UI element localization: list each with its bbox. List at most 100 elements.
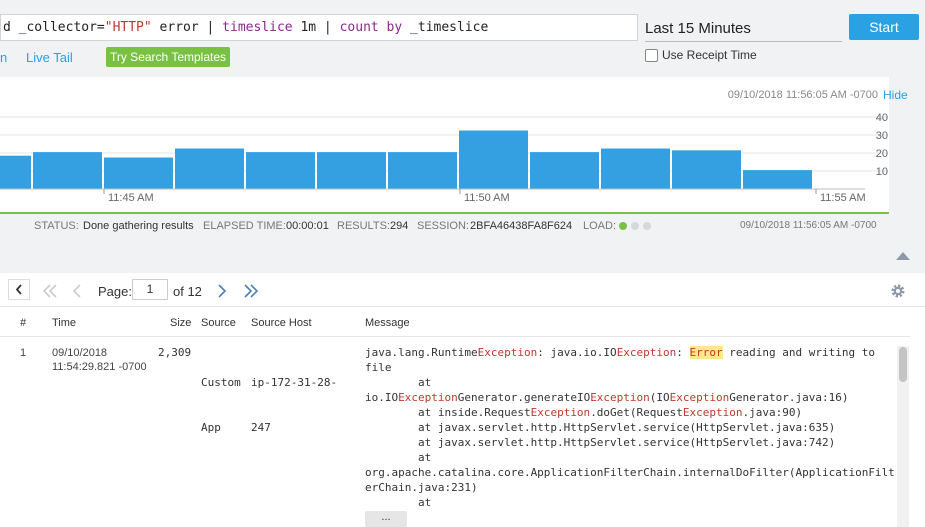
next-page-icon[interactable] bbox=[215, 282, 229, 300]
query-token: d _collector= bbox=[3, 20, 105, 35]
query-token: _timeslice bbox=[402, 20, 489, 35]
message-line: org.apache.catalina.core.ApplicationFilt… bbox=[365, 465, 895, 480]
histogram-chart[interactable]: 40 30 20 10 11:45 AM 11:50 AM 11:55 AM bbox=[0, 77, 889, 212]
message-line: at inside.RequestException.doGet(Request… bbox=[365, 405, 895, 420]
histogram-bar[interactable] bbox=[33, 152, 102, 189]
page-total: of 12 bbox=[173, 284, 202, 299]
load-key: LOAD: bbox=[583, 220, 617, 232]
message-segment: Generator.generateIO bbox=[457, 391, 591, 404]
message-segment: at bbox=[365, 496, 432, 509]
message-segment: file bbox=[365, 361, 392, 374]
message-segment: Exception bbox=[669, 391, 730, 404]
col-header-source[interactable]: Source bbox=[201, 317, 236, 329]
histogram-bar[interactable] bbox=[672, 150, 741, 189]
message-segment: Exception bbox=[682, 406, 743, 419]
search-query-input[interactable]: d _collector="HTTP" error | timeslice 1m… bbox=[0, 14, 638, 41]
histogram-bar[interactable] bbox=[317, 152, 386, 189]
use-receipt-time-label: Use Receipt Time bbox=[662, 48, 757, 62]
col-header-num[interactable]: # bbox=[20, 317, 26, 329]
message-segment: Generator.java:16) bbox=[729, 391, 849, 404]
message-line: at bbox=[365, 450, 895, 465]
status-bar: STATUS: Done gathering results ELAPSED T… bbox=[0, 214, 889, 238]
time-range-input[interactable]: Last 15 Minutes bbox=[645, 18, 842, 42]
message-segment: (IO bbox=[649, 391, 670, 404]
load-indicator-3 bbox=[643, 222, 651, 230]
row-time-date: 09/10/2018 bbox=[52, 347, 108, 359]
message-segment: at javax.servlet.http.HttpServlet.servic… bbox=[365, 436, 836, 449]
try-search-templates-button[interactable]: Try Search Templates bbox=[106, 47, 230, 67]
page-number-input[interactable]: 1 bbox=[132, 279, 168, 300]
message-segment: java.lang.Runtime bbox=[365, 346, 478, 359]
histogram-bar[interactable] bbox=[388, 152, 457, 189]
prev-page-icon[interactable] bbox=[70, 282, 84, 300]
col-header-time[interactable]: Time bbox=[52, 317, 76, 329]
message-segment: Exception bbox=[477, 346, 538, 359]
message-scrollbar-thumb[interactable] bbox=[899, 347, 907, 382]
histogram-bar[interactable] bbox=[743, 170, 812, 189]
row-host-line1: ip-172-31-28- bbox=[251, 376, 338, 389]
histogram-bar[interactable] bbox=[175, 148, 244, 190]
histogram-bar[interactable] bbox=[246, 152, 315, 189]
prev-panel-button[interactable] bbox=[8, 279, 30, 300]
elapsed-time-value: 00:00:01 bbox=[286, 220, 329, 232]
histogram-bar[interactable] bbox=[530, 152, 599, 189]
col-header-source-host[interactable]: Source Host bbox=[251, 317, 312, 329]
histogram-bar[interactable] bbox=[104, 157, 173, 190]
use-receipt-time-option[interactable]: Use Receipt Time bbox=[645, 48, 757, 62]
first-page-icon[interactable] bbox=[40, 282, 60, 300]
session-key: SESSION: bbox=[417, 220, 469, 232]
query-token: count by bbox=[339, 20, 403, 35]
message-line: erChain.java:231) bbox=[365, 480, 895, 495]
col-header-size[interactable]: Size bbox=[170, 317, 191, 329]
row-time: 09/10/2018 11:54:29.821 -0700 bbox=[52, 346, 147, 374]
message-segment: erChain.java:231) bbox=[365, 481, 478, 494]
highlighted-term: Error bbox=[689, 346, 723, 359]
show-more-button[interactable]: ... bbox=[365, 511, 407, 527]
message-line: at bbox=[365, 375, 895, 390]
message-segment: : java.io.IO bbox=[537, 346, 617, 359]
divider bbox=[0, 336, 910, 337]
y-tick-label: 40 bbox=[876, 112, 888, 124]
message-segment: at inside.Request bbox=[365, 406, 531, 419]
col-header-message[interactable]: Message bbox=[365, 317, 410, 329]
histogram-bar[interactable] bbox=[459, 130, 528, 190]
settings-gear-icon[interactable] bbox=[889, 282, 907, 300]
results-value: 294 bbox=[390, 220, 409, 232]
row-source-host: ip-172-31-28- 247 bbox=[251, 345, 337, 450]
message-segment: .doGet(Request bbox=[590, 406, 683, 419]
collapse-arrow-icon[interactable] bbox=[896, 252, 910, 260]
row-message[interactable]: java.lang.RuntimeException: java.io.IOEx… bbox=[365, 345, 895, 510]
message-segment: Exception bbox=[616, 346, 677, 359]
load-indicator-1 bbox=[619, 222, 627, 230]
message-line: io.IOExceptionGenerator.generateIOExcept… bbox=[365, 390, 895, 405]
page-label: Page: bbox=[98, 284, 132, 299]
message-segment: at bbox=[365, 376, 432, 389]
chevron-left-icon bbox=[15, 284, 22, 295]
histogram-bar[interactable] bbox=[0, 155, 31, 189]
search-link-partial[interactable]: n bbox=[0, 50, 7, 65]
message-segment: at bbox=[365, 451, 432, 464]
row-host-line2: 247 bbox=[251, 421, 271, 434]
start-button[interactable]: Start bbox=[849, 14, 919, 40]
x-tick-label: 11:50 AM bbox=[464, 192, 510, 204]
message-segment: .java:90) bbox=[742, 406, 803, 419]
elapsed-time-key: ELAPSED TIME: bbox=[203, 220, 286, 232]
message-segment: at javax.servlet.http.HttpServlet.servic… bbox=[365, 421, 836, 434]
last-page-icon[interactable] bbox=[241, 282, 261, 300]
message-segment: Exception bbox=[530, 406, 591, 419]
message-line: at bbox=[365, 495, 895, 510]
results-key: RESULTS: bbox=[337, 220, 390, 232]
message-line: at javax.servlet.http.HttpServlet.servic… bbox=[365, 435, 895, 450]
status-value: Done gathering results bbox=[83, 220, 194, 232]
message-segment: : bbox=[676, 346, 690, 359]
use-receipt-time-checkbox[interactable] bbox=[645, 48, 658, 62]
session-value: 2BFA46438FA8F624 bbox=[470, 220, 573, 232]
row-size: 2,309 bbox=[158, 346, 192, 359]
histogram-bar[interactable] bbox=[601, 148, 670, 190]
query-token: "HTTP" bbox=[104, 20, 152, 35]
load-indicator-2 bbox=[631, 222, 639, 230]
row-number: 1 bbox=[20, 347, 27, 359]
live-tail-link[interactable]: Live Tail bbox=[26, 50, 73, 65]
x-tick-label: 11:45 AM bbox=[108, 192, 154, 204]
status-timestamp: 09/10/2018 11:56:05 AM -0700 bbox=[740, 220, 877, 231]
